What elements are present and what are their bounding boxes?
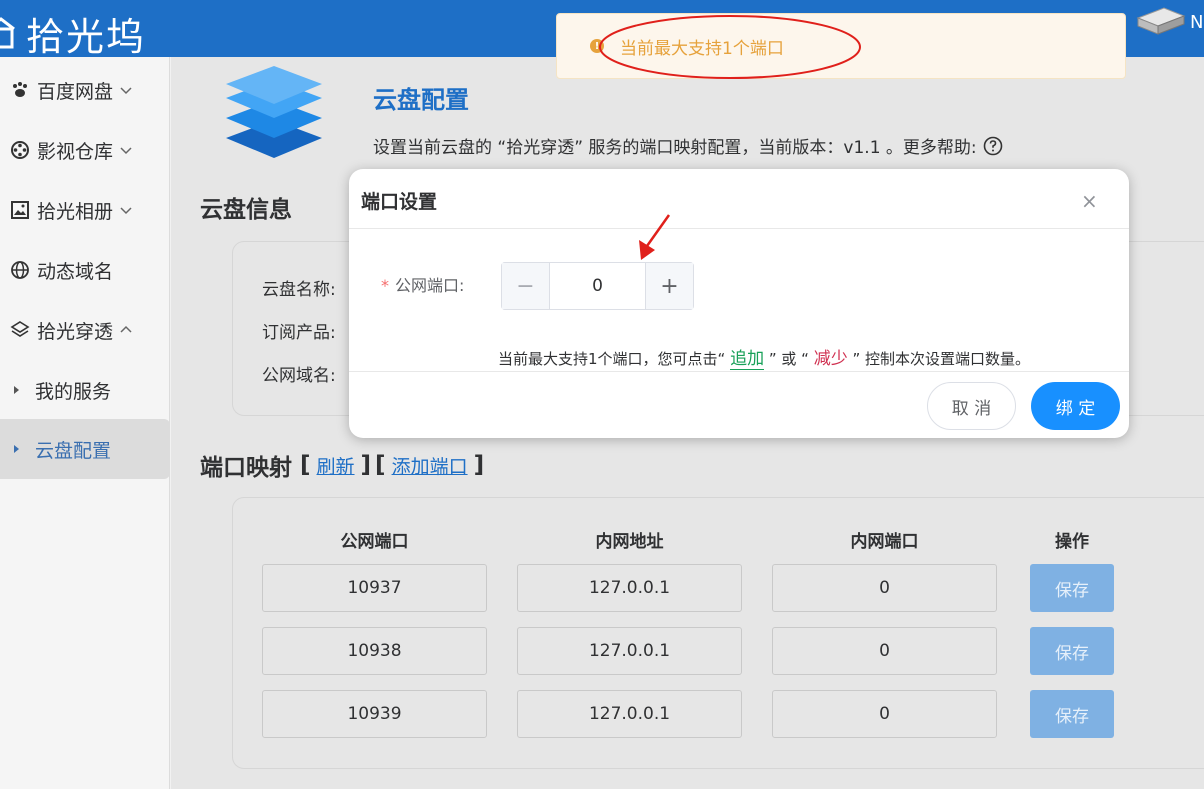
bind-button[interactable]: 绑 定 (1031, 382, 1120, 430)
hint-text: ” 或 “ (764, 350, 814, 368)
sidebar-item-label: 动态域名 (37, 260, 114, 283)
reduce-link[interactable]: 减少 (814, 349, 848, 369)
public-port-input[interactable]: 0 (550, 263, 645, 309)
sidebar-item-photo-album[interactable]: 拾光相册 (0, 180, 170, 240)
sidebar-subitem-my-services[interactable]: 我的服务 (0, 360, 170, 420)
save-button[interactable]: 保存 (1030, 690, 1114, 738)
cancel-button[interactable]: 取 消 (927, 382, 1016, 430)
public-port-input[interactable]: 10937 (262, 564, 487, 612)
hint-text: 当前最大支持1个端口，您可点击“ (498, 350, 731, 368)
public-port-stepper: − 0 + (501, 262, 694, 310)
annotation-ellipse (599, 15, 861, 79)
internal-port-input[interactable]: 0 (772, 627, 997, 675)
column-header-internal-address: 内网地址 (595, 532, 664, 552)
sidebar-item-penetration[interactable]: 拾光穿透 (0, 300, 170, 360)
public-port-input[interactable]: 10938 (262, 627, 487, 675)
internal-address-input[interactable]: 127.0.0.1 (517, 564, 742, 612)
hard-disk-icon[interactable] (1134, 6, 1186, 36)
public-port-label-text: 公网端口: (395, 276, 465, 295)
film-reel-icon (9, 139, 31, 161)
sidebar-item-label: 拾光相册 (37, 200, 114, 223)
divider (349, 228, 1129, 229)
sidebar-item-video-library[interactable]: 影视仓库 (0, 120, 170, 180)
brand-logo-icon (0, 16, 15, 48)
layers-icon (9, 319, 31, 341)
cloud-info-title: 云盘信息 (200, 197, 292, 223)
sidebar-item-label: 百度网盘 (37, 80, 114, 103)
chevron-down-icon (120, 87, 132, 95)
annotation-arrow (639, 214, 671, 260)
brand[interactable]: 拾光坞 (0, 6, 146, 61)
add-port-link[interactable]: 添加端口 (392, 452, 468, 479)
brand-name: 拾光坞 (26, 15, 147, 59)
paw-icon (9, 79, 31, 101)
chevron-down-icon (120, 147, 132, 155)
divider (349, 371, 1129, 372)
dialog-hint: 当前最大支持1个端口，您可点击“ 追加 ” 或 “ 减少 ” 控制本次设置端口数… (498, 344, 1031, 370)
subscription-label: 订阅产品: (262, 323, 336, 343)
column-header-public-port: 公网端口 (340, 532, 409, 552)
add-link[interactable]: 追加 (730, 349, 765, 370)
column-header-internal-port: 内网端口 (850, 532, 919, 552)
sidebar-item-label: 拾光穿透 (37, 320, 114, 343)
public-domain-label: 公网域名: (262, 366, 336, 386)
save-button[interactable]: 保存 (1030, 564, 1114, 612)
bracket-close: ] (360, 452, 372, 478)
required-mark: * (381, 276, 389, 295)
internal-port-input[interactable]: 0 (772, 690, 997, 738)
internal-address-input[interactable]: 127.0.0.1 (517, 690, 742, 738)
chevron-down-icon (120, 207, 132, 215)
close-icon[interactable]: × (1081, 189, 1098, 213)
globe-icon (9, 259, 31, 281)
port-settings-dialog: 端口设置 × * 公网端口: − 0 + 当前最大支持1个端口，您可点击“ 追加 … (349, 169, 1129, 438)
bracket-open: [ (375, 452, 386, 478)
increase-button[interactable]: + (645, 263, 693, 309)
sidebar-item-dynamic-dns[interactable]: 动态域名 (0, 240, 170, 300)
bracket-close: ] (473, 452, 485, 478)
image-icon (9, 199, 31, 221)
internal-port-input[interactable]: 0 (772, 564, 997, 612)
sidebar-item-label: 影视仓库 (37, 140, 114, 163)
stack-logo-icon (226, 66, 322, 158)
cloud-name-label: 云盘名称: (262, 280, 336, 300)
decrease-button[interactable]: − (502, 263, 550, 309)
user-name[interactable]: N (1190, 12, 1203, 33)
page-title: 云盘配置 (373, 86, 469, 114)
hint-text: ” 控制本次设置端口数量。 (847, 350, 1031, 368)
sidebar-subitem-label: 云盘配置 (35, 439, 112, 462)
caret-right-icon (14, 445, 19, 453)
sidebar-item-baidu-netdisk[interactable]: 百度网盘 (0, 60, 170, 120)
caret-right-icon (14, 386, 19, 394)
refresh-link[interactable]: 刷新 (317, 452, 355, 479)
save-button[interactable]: 保存 (1030, 627, 1114, 675)
bracket-open: [ (300, 452, 311, 478)
chevron-up-icon (120, 325, 132, 333)
page-description-text: 设置当前云盘的 “拾光穿透” 服务的端口映射配置，当前版本：v1.1 。更多帮助… (373, 138, 977, 158)
public-port-input[interactable]: 10939 (262, 690, 487, 738)
help-icon[interactable] (983, 136, 1003, 156)
port-mapping-heading: 端口映射 (200, 455, 292, 481)
internal-address-input[interactable]: 127.0.0.1 (517, 627, 742, 675)
page-description: 设置当前云盘的 “拾光穿透” 服务的端口映射配置，当前版本：v1.1 。更多帮助… (373, 133, 1003, 158)
dialog-title: 端口设置 (361, 191, 438, 213)
sidebar: 百度网盘 影视仓库 拾光相册 动态域名 拾光穿透 我的服务 云盘配置 (0, 57, 170, 789)
port-mapping-title: 端口映射 [ 刷新 ] [ 添加端口 ] (200, 448, 484, 482)
public-port-label: * 公网端口: (381, 272, 464, 296)
sidebar-subitem-label: 我的服务 (35, 380, 112, 403)
column-header-action: 操作 (1055, 532, 1089, 552)
sidebar-subitem-cloud-config[interactable]: 云盘配置 (0, 419, 170, 479)
